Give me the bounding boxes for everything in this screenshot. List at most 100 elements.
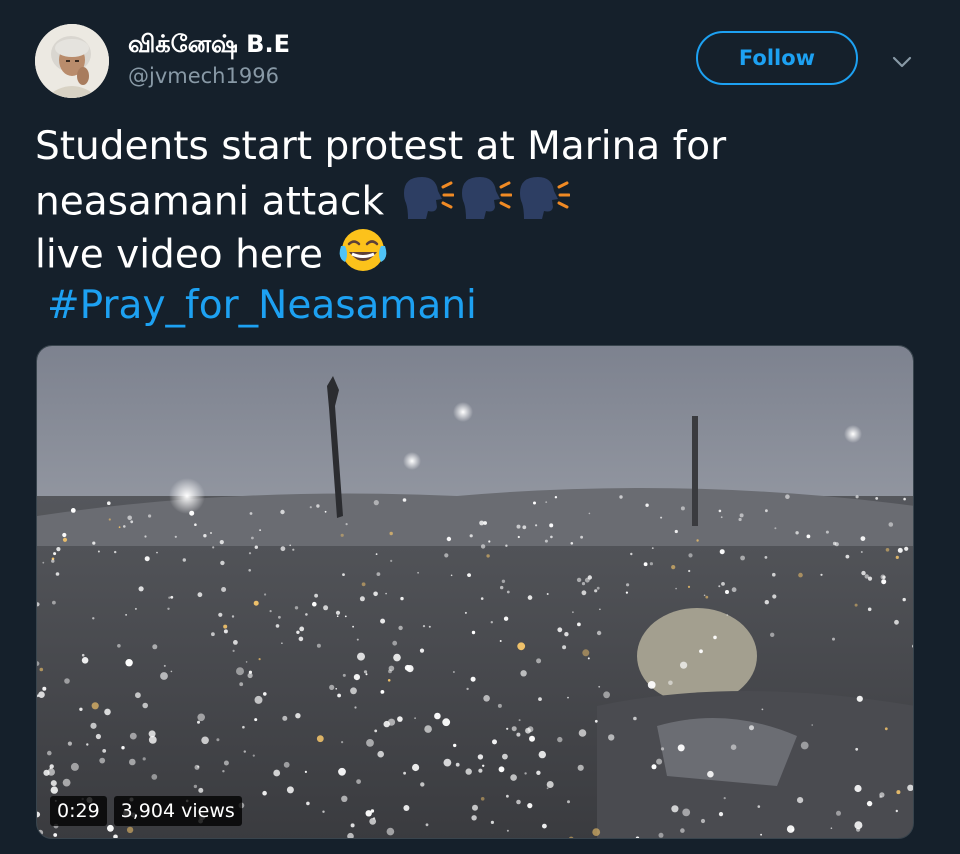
phone-light [550, 535, 553, 539]
phone-light [854, 784, 862, 793]
phone-light [798, 572, 803, 578]
phone-light [582, 649, 590, 657]
phone-light [658, 832, 664, 838]
phone-light [62, 778, 71, 787]
phone-light [649, 562, 654, 566]
phone-light [500, 585, 504, 590]
phone-light [536, 658, 542, 664]
phone-light [56, 547, 61, 552]
phone-light [834, 542, 839, 547]
phone-light [70, 508, 76, 513]
phone-light [699, 649, 703, 654]
phone-light [403, 805, 410, 811]
phone-light [546, 787, 549, 790]
display-name[interactable]: விக்னேஷ் B.E [128, 30, 290, 61]
phone-light [342, 573, 345, 576]
tweet-line-2-text: neasamani attack [35, 179, 385, 225]
phone-light [510, 774, 517, 781]
phone-light [520, 670, 527, 677]
phone-light [329, 684, 335, 690]
phone-light [524, 772, 527, 775]
phone-light [625, 591, 629, 594]
phone-light [81, 657, 89, 664]
phone-light [412, 763, 420, 772]
phone-light [545, 501, 548, 503]
phone-light [730, 744, 737, 750]
phone-light [144, 556, 150, 562]
phone-light [480, 597, 484, 600]
phone-light [546, 781, 554, 788]
phone-light [387, 679, 391, 682]
phone-light [404, 664, 411, 671]
phone-light [201, 736, 209, 745]
phone-light [350, 687, 357, 695]
phone-light [102, 749, 107, 753]
phone-light [168, 596, 171, 599]
phone-light [417, 571, 419, 574]
phone-light [126, 826, 134, 834]
phone-light [42, 561, 45, 564]
phone-light [245, 661, 248, 663]
phone-light [304, 770, 307, 773]
phone-light [577, 764, 584, 771]
phone-light [95, 733, 101, 740]
phone-light [854, 603, 858, 607]
phone-light [243, 750, 246, 753]
phone-light [316, 735, 324, 743]
phone-light [385, 592, 387, 595]
phone-light [719, 549, 725, 555]
phone-light [478, 768, 483, 773]
phone-light [557, 627, 563, 633]
phone-light [151, 774, 158, 780]
phone-light [130, 520, 134, 524]
phone-light [380, 690, 385, 694]
phone-light [603, 691, 610, 699]
phone-light [774, 527, 777, 530]
phone-light [581, 590, 587, 596]
phone-light [505, 544, 508, 547]
phone-light [570, 542, 574, 545]
phone-light [386, 827, 395, 836]
phone-light [356, 779, 361, 784]
phone-light [538, 750, 546, 759]
chevron-down-icon[interactable] [888, 50, 916, 74]
video-player[interactable] [36, 345, 914, 839]
phone-light [248, 569, 251, 572]
phone-light [480, 797, 485, 801]
phone-light [492, 739, 497, 745]
phone-light [522, 525, 527, 530]
phone-light [373, 817, 376, 820]
phone-light [316, 504, 320, 508]
phone-light [148, 514, 152, 518]
phone-light [219, 540, 224, 545]
phone-light [403, 771, 406, 775]
phone-light [797, 797, 804, 804]
phone-light [259, 529, 261, 531]
phone-light [306, 801, 310, 806]
phone-light [592, 828, 601, 836]
phone-light [352, 625, 354, 628]
speaking-head-icon [398, 173, 455, 235]
user-handle[interactable]: @jvmech1996 [128, 64, 279, 88]
phone-light [125, 614, 127, 616]
phone-light [273, 769, 281, 777]
phone-light [651, 547, 654, 549]
speaking-head-icon [456, 173, 513, 235]
phone-light [518, 719, 521, 722]
avatar[interactable] [35, 24, 109, 98]
phone-light [50, 786, 58, 794]
phone-light [511, 726, 517, 732]
phone-light [601, 839, 604, 840]
phone-light [42, 686, 47, 691]
phone-light [365, 673, 368, 676]
follow-button[interactable]: Follow [696, 31, 858, 85]
phone-light [370, 809, 375, 813]
hashtag-link[interactable]: #Pray_for_Neasamani [47, 283, 477, 328]
tweet-line-2: neasamani attack [35, 173, 915, 226]
phone-light [380, 618, 386, 624]
phone-light [772, 572, 776, 577]
phone-light [258, 658, 261, 661]
phone-light [486, 554, 490, 558]
phone-light [760, 833, 762, 836]
phone-light [875, 497, 879, 500]
